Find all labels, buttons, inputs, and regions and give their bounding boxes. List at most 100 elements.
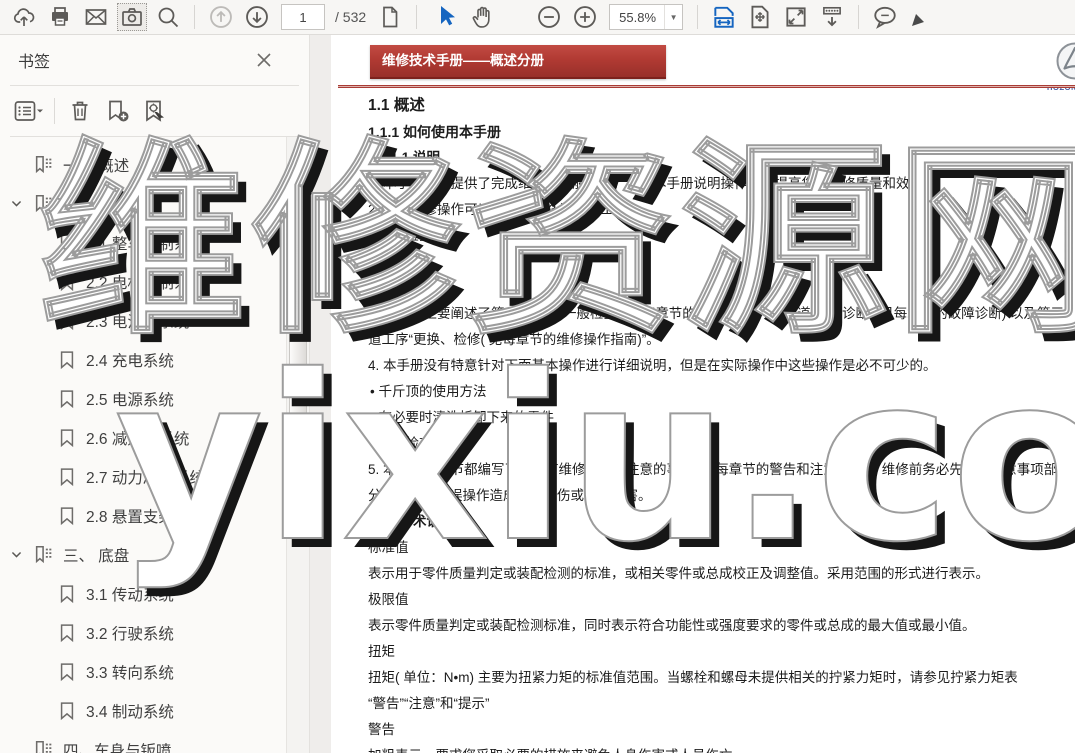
cloud-upload-icon xyxy=(12,5,36,29)
chapter-bookmark-icon xyxy=(32,154,56,176)
cloud-upload-button[interactable] xyxy=(9,3,39,31)
toolbar-separator xyxy=(858,5,859,29)
hand-tool-button[interactable] xyxy=(467,3,497,31)
previous-page-button[interactable] xyxy=(206,3,236,31)
sidebar-scrollbar[interactable]: ▲ xyxy=(286,137,309,753)
collapse-panel-icon[interactable] xyxy=(314,427,323,441)
hand-icon xyxy=(469,4,495,30)
document-line: 警告 xyxy=(368,717,1075,743)
zoom-in-icon xyxy=(572,4,598,30)
chapter-bookmark-icon xyxy=(32,739,56,753)
search-icon xyxy=(156,5,180,29)
scroll-up-icon[interactable]: ▲ xyxy=(287,137,309,157)
fit-page-button[interactable] xyxy=(745,3,775,31)
main-toolbar: / 532 xyxy=(0,0,1075,35)
header-rule xyxy=(338,85,1075,89)
document-line: • 一般检查 xyxy=(368,223,1075,249)
document-line: 1.1.1.2 术语定义 xyxy=(368,509,1075,535)
bookmark-tree-item[interactable]: 四、车身与钣喷 xyxy=(0,730,285,753)
email-icon xyxy=(83,5,109,29)
chapter-bookmark-icon xyxy=(32,193,56,215)
fit-page-icon xyxy=(747,4,773,30)
actual-size-button[interactable] xyxy=(781,3,811,31)
document-line: 标准值 xyxy=(368,535,1075,561)
bookmark-tree-item[interactable]: 2.8 悬置支架系统 xyxy=(0,496,285,535)
bookmark-tree-item[interactable]: 2.2 电机控制系统 xyxy=(0,262,285,301)
toolbar-separator xyxy=(416,5,417,29)
actual-size-icon xyxy=(783,4,809,30)
bookmark-icon xyxy=(55,388,79,410)
zoom-out-icon xyxy=(536,4,562,30)
close-panel-button[interactable] xyxy=(253,49,275,71)
bookmark-tree-item[interactable]: 二、 动力系统 xyxy=(0,184,285,223)
toolbar-separator xyxy=(194,5,195,29)
comment-button[interactable] xyxy=(870,3,900,31)
bookmarks-tree: 一、 概述 二、 动力系统 xyxy=(0,137,285,753)
zoom-in-button[interactable] xyxy=(570,3,600,31)
chevron-down-icon: ▼ xyxy=(664,5,682,29)
print-button[interactable] xyxy=(45,3,75,31)
page-number-input[interactable] xyxy=(281,4,325,30)
bookmark-tree-item[interactable]: 3.4 制动系统 xyxy=(0,691,285,730)
bookmark-tree-item[interactable]: 2.7 动力冷却系统 xyxy=(0,457,285,496)
bookmark-tree-item[interactable]: 3.3 转向系统 xyxy=(0,652,285,691)
bookmark-tree-item[interactable]: 三、 底盘 xyxy=(0,535,285,574)
document-line: • 目视检查 xyxy=(368,431,1075,457)
chevron-down-icon[interactable] xyxy=(8,196,24,212)
email-button[interactable] xyxy=(81,3,111,31)
options-menu-icon xyxy=(14,100,44,122)
toolbar-separator xyxy=(54,98,55,124)
locate-bookmark-button[interactable] xyxy=(140,97,172,125)
chevron-down-icon[interactable] xyxy=(8,547,24,563)
bookmark-tree-item[interactable]: 2.1 整车控制系统 xyxy=(0,223,285,262)
select-cursor-icon xyxy=(434,4,458,30)
bookmark-tree-item[interactable]: 2.6 减速器系统 xyxy=(0,418,285,457)
signature-button[interactable] xyxy=(906,3,936,31)
bookmark-tree-item[interactable]: 3.2 行驶系统 xyxy=(0,613,285,652)
panel-splitter[interactable] xyxy=(310,35,331,753)
bookmark-tree-item[interactable]: 2.4 充电系统 xyxy=(0,340,285,379)
delete-bookmark-button[interactable] xyxy=(64,97,96,125)
chapter-bookmark-icon xyxy=(32,544,56,566)
hozon-emblem-icon xyxy=(1055,41,1075,81)
bookmark-tree-item[interactable]: 一、 概述 xyxy=(0,145,285,184)
fit-width-button[interactable] xyxy=(709,3,739,31)
zoom-out-button[interactable] xyxy=(534,3,564,31)
next-page-icon xyxy=(244,4,270,30)
document-line: • 更换、检修 xyxy=(368,275,1075,301)
document-line: 扭矩 xyxy=(368,639,1075,665)
bookmark-label: 3.2 行驶系统 xyxy=(86,622,174,644)
search-button[interactable] xyxy=(153,3,183,31)
bookmark-tree-item[interactable]: 2.3 电池组系统 xyxy=(0,301,285,340)
bookmark-label: 2.2 电机控制系统 xyxy=(86,271,205,293)
collapse-toolbar-button[interactable] xyxy=(817,3,847,31)
snapshot-button[interactable] xyxy=(117,3,147,31)
next-page-button[interactable] xyxy=(242,3,272,31)
bookmarks-header: 书签 xyxy=(0,35,309,85)
bookmark-label: 3.1 传动系统 xyxy=(86,583,174,605)
bookmarks-panel: 书签 xyxy=(0,35,310,753)
toolbar-separator xyxy=(697,5,698,29)
pdf-viewer-window: / 532 xyxy=(0,0,1075,753)
document-line: 加粗表示，要求您采取必要的措施来避免人身伤害或人员伤亡。 xyxy=(368,743,1075,753)
add-bookmark-icon xyxy=(105,99,131,123)
document-line: 1.1 概述 xyxy=(368,93,1075,119)
document-line: • 千斤顶的使用方法 xyxy=(368,379,1075,405)
select-tool-button[interactable] xyxy=(431,3,461,31)
scrollbar-thumb[interactable] xyxy=(289,161,307,466)
locate-bookmark-icon xyxy=(143,99,169,123)
document-line: 表示零件质量判定或装配检测标准，同时表示符合功能性或强度要求的零件或总成的最大值… xyxy=(368,613,1075,639)
bookmark-options-button[interactable] xyxy=(13,97,45,125)
bookmark-icon xyxy=(55,583,79,605)
document-line: 4. 本手册没有特意针对下面基本操作进行详细说明，但是在实际操作中这些操作是必不… xyxy=(368,353,1075,379)
zoom-level-dropdown[interactable]: 55.8% ▼ xyxy=(609,4,683,30)
bookmark-label: 2.6 减速器系统 xyxy=(86,427,189,449)
page-view-button[interactable] xyxy=(375,3,405,31)
document-line: 3. 本手册主要阐述了第一道工序“一般检查”（见每章节的一般检查）、第二道工序“… xyxy=(368,301,1068,353)
zoom-level-value: 55.8% xyxy=(610,10,664,25)
add-bookmark-button[interactable] xyxy=(102,97,134,125)
document-line: 2. 常用维修操作可以分成如下 3 道主要工序： xyxy=(368,197,1075,223)
bookmark-icon xyxy=(55,661,79,683)
bookmark-tree-item[interactable]: 3.1 传动系统 xyxy=(0,574,285,613)
bookmark-tree-item[interactable]: 2.5 电源系统 xyxy=(0,379,285,418)
